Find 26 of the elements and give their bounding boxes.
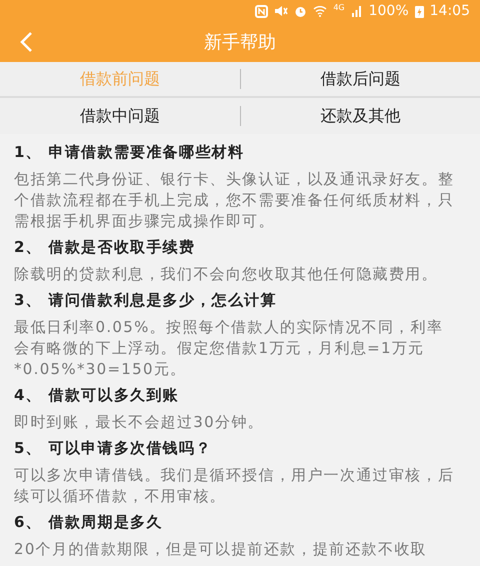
faq-answer: 包括第二代身份证、银行卡、头像认证，以及通讯录好友。整个借款流程都在手机上完成，您不需要准备任何纸质材料，只需根据手机界面步骤完成操作即可。: [14, 169, 456, 232]
mute-icon: [274, 5, 288, 17]
faq-answer: 20个月的借款期限，但是可以提前还款，提前还款不收取: [14, 539, 428, 560]
nfc-icon: [255, 4, 268, 18]
back-icon: [19, 31, 33, 53]
faq-answer: 可以多次申请借钱。我们是循环授信，用户一次通过审核，后续可以循环借款，不用审核。: [14, 465, 456, 507]
tab[interactable]: 借款后问题: [240, 62, 480, 96]
faq-question: 5、 可以申请多次借钱吗？: [14, 438, 213, 459]
network-label: 4G: [333, 4, 345, 12]
faq-question: 1、 申请借款需要准备哪些材料: [14, 142, 246, 163]
tab[interactable]: 还款及其他: [240, 98, 480, 134]
faq-answer: 最低日利率0.05%。按照每个借款人的实际情况不同，利率会有略微的下上浮动。假定您借款1万元，月利息=1万元*0.05%*30=150元。: [14, 317, 444, 380]
faq-answer: 即时到账，最长不会超过30分钟。: [14, 412, 265, 433]
wifi-icon: [313, 5, 328, 17]
faq-question: 3、 请问借款利息是多少，怎么计算: [14, 290, 278, 311]
alarm-icon: [294, 4, 308, 18]
clock: 14:05: [430, 2, 470, 20]
faq-question: 6、 借款周期是多久: [14, 512, 164, 533]
page-title: 新手帮助: [204, 30, 276, 54]
faq-answer: 除载明的贷款利息，我们不会向您收取其他任何隐藏费用。: [14, 264, 439, 285]
battery-icon: [414, 4, 424, 18]
signal-icon: [350, 5, 363, 17]
faq-question: 2、 借款是否收取手续费: [14, 237, 196, 258]
battery-percent: 100%: [368, 2, 409, 20]
faq-question: 4、 借款可以多久到账: [14, 385, 180, 406]
tab[interactable]: 借款中问题: [0, 98, 240, 134]
